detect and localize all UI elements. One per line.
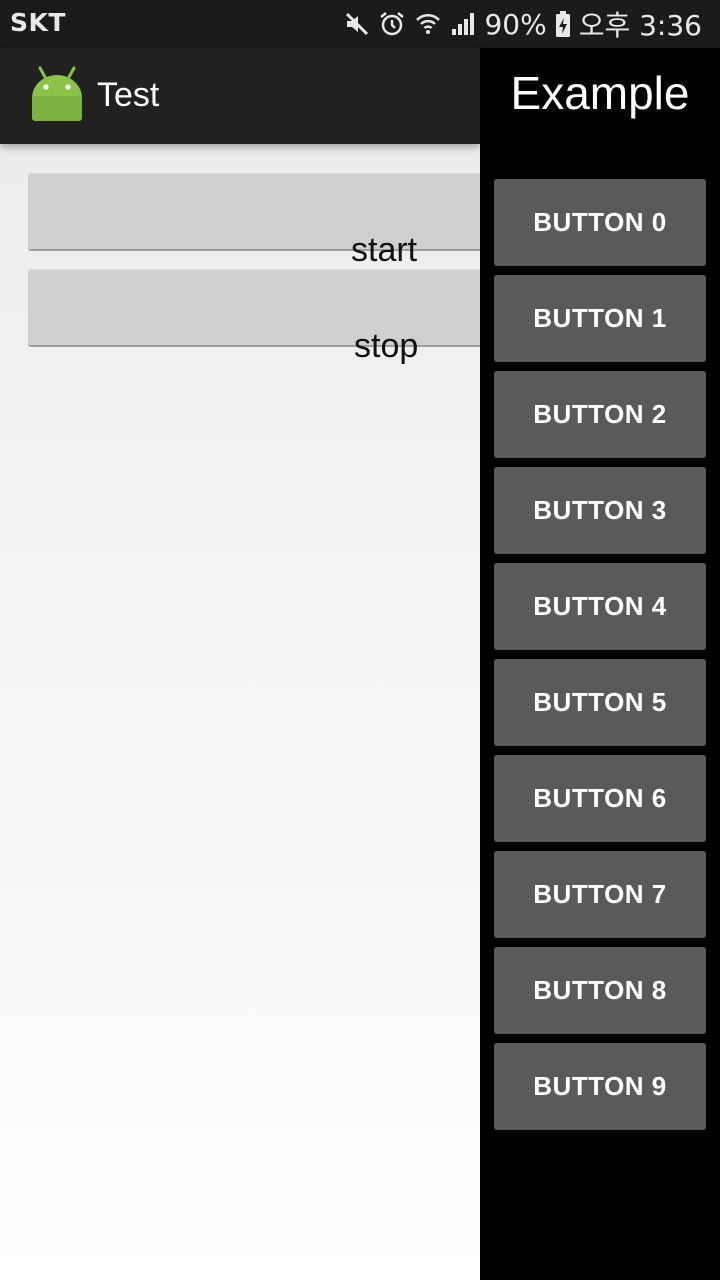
drawer-button-1[interactable]: BUTTON 1 — [494, 275, 706, 362]
drawer-button-2[interactable]: BUTTON 2 — [494, 371, 706, 458]
drawer-button-4[interactable]: BUTTON 4 — [494, 563, 706, 650]
start-button[interactable]: start — [28, 173, 498, 269]
drawer-button-9[interactable]: BUTTON 9 — [494, 1043, 706, 1130]
drawer-button-8[interactable]: BUTTON 8 — [494, 947, 706, 1034]
drawer-button-7[interactable]: BUTTON 7 — [494, 851, 706, 938]
stop-button-label: stop — [354, 326, 419, 365]
carrier-label: SKT — [10, 8, 66, 37]
action-bar: Test — [0, 48, 480, 144]
drawer-button-6[interactable]: BUTTON 6 — [494, 755, 706, 842]
drawer-button-3[interactable]: BUTTON 3 — [494, 467, 706, 554]
mute-icon — [346, 12, 369, 36]
alarm-icon — [380, 12, 405, 36]
clock: 오후 3:36 — [578, 9, 702, 42]
drawer-button-5[interactable]: BUTTON 5 — [494, 659, 706, 746]
stop-button[interactable]: stop — [28, 269, 498, 365]
status-bar: SKT 90% 오후 3:36 — [0, 0, 720, 48]
navigation-drawer: Example BUTTON 0 BUTTON 1 BUTTON 2 BUTTO… — [480, 48, 720, 1280]
wifi-icon — [416, 13, 441, 34]
drawer-button-list: BUTTON 0 BUTTON 1 BUTTON 2 BUTTON 3 BUTT… — [494, 179, 706, 1139]
battery-percent: 90% — [484, 7, 547, 41]
status-icons: 90% 오후 3:36 — [344, 6, 702, 42]
app-title: Test — [97, 76, 160, 114]
signal-icon — [452, 13, 475, 35]
android-icon — [32, 66, 82, 121]
battery-charging-icon — [555, 11, 570, 37]
drawer-button-0[interactable]: BUTTON 0 — [494, 179, 706, 266]
app-content: Test start stop — [0, 48, 498, 1280]
drawer-title: Example — [510, 67, 690, 119]
